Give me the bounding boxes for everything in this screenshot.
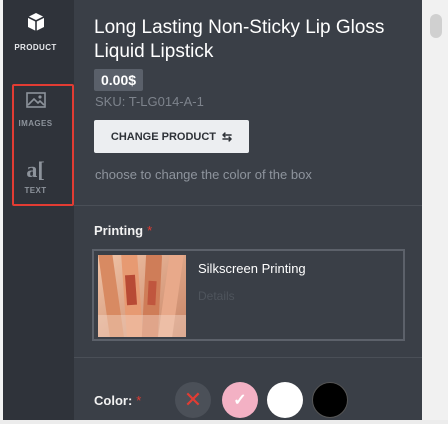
scrollbar-track[interactable]: [422, 0, 448, 424]
page-bottom-edge: [0, 420, 448, 424]
close-icon: ✕: [183, 387, 203, 412]
color-label-text: Color:: [94, 393, 133, 408]
product-title: Long Lasting Non-Sticky Lip Gloss Liquid…: [94, 17, 385, 62]
highlight-annotation-box: [12, 84, 74, 206]
product-sku: SKU: T-LG014-A-1: [95, 94, 204, 109]
sidebar-item-product[interactable]: PRODUCT: [0, 12, 71, 52]
swap-arrows-icon: ⇆: [222, 129, 233, 144]
color-swatch-black[interactable]: [312, 382, 348, 418]
color-swatch-none[interactable]: ✕: [175, 382, 211, 418]
change-product-button[interactable]: CHANGE PRODUCT ⇆: [94, 120, 249, 153]
required-mark: *: [136, 393, 142, 408]
printing-label: Printing *: [94, 223, 152, 238]
printing-option-card[interactable]: Silkscreen Printing Details: [92, 249, 405, 341]
section-divider: [74, 357, 422, 358]
color-swatch-white[interactable]: [267, 382, 303, 418]
printing-option-thumbnail: [98, 255, 186, 337]
color-swatch-pink[interactable]: ✓: [222, 382, 258, 418]
printing-option-name: Silkscreen Printing: [198, 261, 306, 276]
section-divider: [74, 205, 422, 206]
details-link[interactable]: Details: [198, 289, 235, 303]
required-mark: *: [147, 223, 153, 238]
color-label: Color: *: [94, 393, 141, 408]
checkmark-icon: ✓: [233, 392, 247, 409]
sidebar: [3, 0, 74, 424]
sidebar-item-label: PRODUCT: [14, 43, 57, 52]
price-badge: 0.00$: [94, 69, 144, 91]
printing-label-text: Printing: [94, 223, 144, 238]
change-hint-text: choose to change the color of the box: [95, 167, 312, 182]
change-product-label: CHANGE PRODUCT: [110, 130, 217, 143]
box-icon: [27, 13, 44, 31]
scrollbar-thumb[interactable]: [430, 14, 442, 38]
